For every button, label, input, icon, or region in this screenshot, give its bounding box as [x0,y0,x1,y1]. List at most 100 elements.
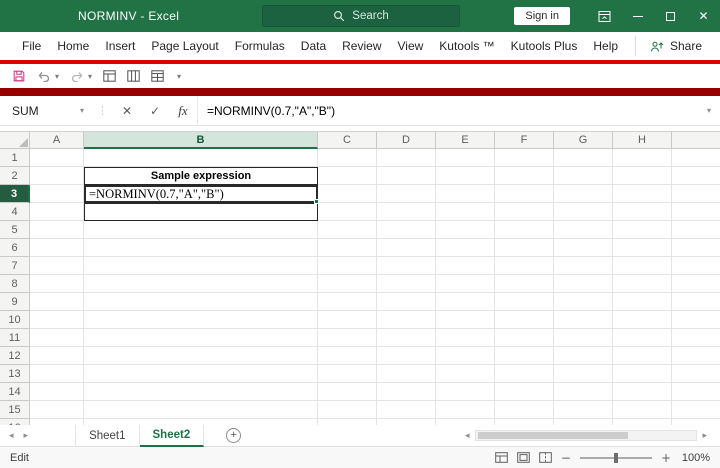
qat-window-button[interactable] [151,70,164,82]
row-header-3[interactable]: 3 [0,185,30,203]
cell-a5[interactable] [30,221,84,239]
cell-f2[interactable] [495,167,554,185]
cell-e9[interactable] [436,293,495,311]
cell-f8[interactable] [495,275,554,293]
column-header-a[interactable]: A [30,132,84,149]
row-header-7[interactable]: 7 [0,257,30,275]
menu-page-layout[interactable]: Page Layout [143,39,226,53]
cell-h2[interactable] [613,167,672,185]
page-break-preview-button[interactable] [539,452,552,463]
cell-c13[interactable] [318,365,377,383]
cell-g6[interactable] [554,239,613,257]
row-header-14[interactable]: 14 [0,383,30,401]
scrollbar-thumb[interactable] [478,432,628,439]
cell-d14[interactable] [377,383,436,401]
cell-h12[interactable] [613,347,672,365]
horizontal-scrollbar[interactable]: ◂ ▸ [456,430,712,441]
cell-d11[interactable] [377,329,436,347]
save-button[interactable] [12,69,26,83]
cell-e12[interactable] [436,347,495,365]
scroll-left-icon[interactable]: ◂ [460,431,475,441]
cell-a13[interactable] [30,365,84,383]
select-all-corner[interactable] [0,132,30,149]
cell-f3[interactable] [495,185,554,203]
cell-e13[interactable] [436,365,495,383]
cell-f14[interactable] [495,383,554,401]
menu-insert[interactable]: Insert [97,39,143,53]
cell-h11[interactable] [613,329,672,347]
cell-e5[interactable] [436,221,495,239]
cell-g3[interactable] [554,185,613,203]
cell-c1[interactable] [318,149,377,167]
cell-b1[interactable] [84,149,318,167]
row-header-15[interactable]: 15 [0,401,30,419]
menu-data[interactable]: Data [293,39,334,53]
cell-c15[interactable] [318,401,377,419]
cell-h4[interactable] [613,203,672,221]
cell-c12[interactable] [318,347,377,365]
cell-b2[interactable]: Sample expression [84,167,318,185]
cell-e15[interactable] [436,401,495,419]
name-box[interactable]: SUM ▾ [0,96,92,126]
cell-f15[interactable] [495,401,554,419]
name-box-dropdown-icon[interactable]: ▾ [80,106,92,115]
cell-e1[interactable] [436,149,495,167]
cell-d12[interactable] [377,347,436,365]
cell-a8[interactable] [30,275,84,293]
cell-h14[interactable] [613,383,672,401]
cell-d8[interactable] [377,275,436,293]
cell-c11[interactable] [318,329,377,347]
formula-input[interactable]: =NORMINV(0.7,"A","B") [197,96,698,126]
scroll-right-icon[interactable]: ▸ [697,431,712,441]
ribbon-display-options-button[interactable] [588,0,621,32]
cell-a14[interactable] [30,383,84,401]
cell-h10[interactable] [613,311,672,329]
cell-g14[interactable] [554,383,613,401]
insert-function-button[interactable]: fx [169,96,197,126]
cell-d6[interactable] [377,239,436,257]
scrollbar-track[interactable] [475,430,698,441]
cell-c3[interactable] [318,185,377,203]
menu-review[interactable]: Review [334,39,389,53]
undo-button[interactable] [37,70,51,82]
row-header-8[interactable]: 8 [0,275,30,293]
cell-a15[interactable] [30,401,84,419]
cell-c2[interactable] [318,167,377,185]
cell-f12[interactable] [495,347,554,365]
sign-in-button[interactable]: Sign in [514,7,570,25]
cell-e4[interactable] [436,203,495,221]
cell-c4[interactable] [318,203,377,221]
cell-e6[interactable] [436,239,495,257]
menu-kutools-plus[interactable]: Kutools Plus [503,39,586,53]
cell-f4[interactable] [495,203,554,221]
cell-e7[interactable] [436,257,495,275]
cell-c8[interactable] [318,275,377,293]
cell-e8[interactable] [436,275,495,293]
cell-a2[interactable] [30,167,84,185]
row-header-10[interactable]: 10 [0,311,30,329]
cell-f6[interactable] [495,239,554,257]
cell-g11[interactable] [554,329,613,347]
cell-e3[interactable] [436,185,495,203]
zoom-out-button[interactable]: − [561,451,571,465]
sheet-nav-right-icon[interactable]: ▸ [19,431,34,441]
cell-f11[interactable] [495,329,554,347]
fill-handle[interactable] [314,199,319,204]
cell-g13[interactable] [554,365,613,383]
cell-a3[interactable] [30,185,84,203]
cell-f10[interactable] [495,311,554,329]
sheet-tab-sheet1[interactable]: Sheet1 [75,425,139,447]
cell-e14[interactable] [436,383,495,401]
cell-h8[interactable] [613,275,672,293]
cell-a7[interactable] [30,257,84,275]
cell-d7[interactable] [377,257,436,275]
cell-h1[interactable] [613,149,672,167]
cell-a11[interactable] [30,329,84,347]
cell-b9[interactable] [84,293,318,311]
cell-f13[interactable] [495,365,554,383]
menu-help[interactable]: Help [585,39,626,53]
sheet-nav-left-icon[interactable]: ◂ [4,431,19,441]
maximize-button[interactable] [654,0,687,32]
cell-d3[interactable] [377,185,436,203]
search-box[interactable]: Search [262,5,460,27]
